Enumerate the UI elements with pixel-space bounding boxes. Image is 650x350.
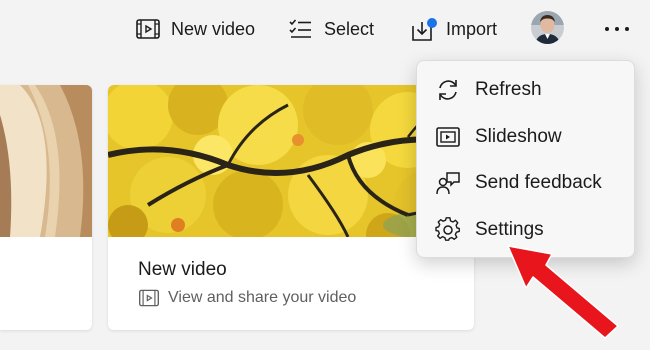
import-label: Import (446, 18, 498, 39)
feedback-icon (436, 172, 460, 195)
gear-icon (435, 216, 460, 241)
menu-item-slideshow[interactable]: Slideshow (417, 114, 634, 161)
more-dot (615, 27, 619, 31)
menu-item-send-feedback[interactable]: Send feedback (417, 160, 634, 207)
card-subtitle-row: View and share your video (138, 287, 356, 309)
new-video-label: New video (171, 18, 256, 39)
checklist-icon (289, 19, 311, 38)
more-ellipsis-icon (605, 27, 609, 31)
menu-item-settings[interactable]: Settings (417, 207, 634, 254)
avatar[interactable] (531, 11, 564, 44)
video-film-icon (136, 19, 160, 39)
top-toolbar: New video Select Import (0, 0, 650, 60)
more-options-button[interactable] (597, 14, 637, 44)
card-title: New video (138, 259, 227, 280)
menu-item-label: Send feedback (475, 172, 602, 194)
import-notification-badge (427, 18, 437, 28)
video-card-partial[interactable] (0, 85, 92, 330)
card-subtitle: View and share your video (168, 289, 357, 306)
menu-item-label: Settings (475, 218, 544, 240)
new-video-button[interactable]: New video (135, 10, 255, 48)
menu-item-label: Refresh (475, 79, 542, 101)
slideshow-icon (436, 126, 460, 147)
select-label: Select (324, 18, 375, 39)
menu-item-refresh[interactable]: Refresh (417, 67, 634, 114)
more-dot (625, 27, 629, 31)
refresh-icon (439, 80, 457, 101)
select-button[interactable]: Select (288, 10, 374, 48)
card-thumbnail-hair (0, 85, 92, 237)
video-film-icon (139, 289, 159, 307)
more-options-menu: Refresh Slideshow Send feedback Settings (416, 60, 635, 258)
import-button[interactable]: Import (410, 10, 497, 48)
menu-item-label: Slideshow (475, 125, 562, 147)
